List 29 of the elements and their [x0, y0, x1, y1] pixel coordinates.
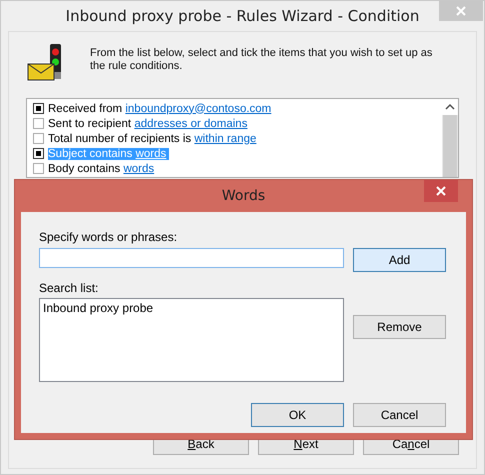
condition-item[interactable]: Body contains words	[48, 162, 158, 174]
cancel-button[interactable]: Cancel	[353, 403, 446, 427]
condition-item[interactable]: Total number of recipients is within range	[48, 132, 260, 144]
condition-link[interactable]: within range	[194, 132, 256, 144]
condition-link[interactable]: addresses or domains	[134, 118, 248, 130]
instruction-text: From the list below, select and tick the items that you wish to set up as the rule conditions.	[90, 47, 434, 73]
checkbox[interactable]	[33, 133, 44, 144]
input-label: Specify words or phrases:	[39, 230, 178, 244]
checkbox[interactable]	[33, 148, 44, 159]
scroll-up-icon[interactable]	[442, 99, 458, 115]
window-title: Inbound proxy probe - Rules Wizard - Condition	[66, 7, 420, 25]
close-icon	[436, 186, 446, 196]
search-list-item[interactable]: Inbound proxy probe	[43, 301, 340, 315]
remove-button[interactable]: Remove	[353, 315, 446, 339]
dialog-title: Words	[222, 188, 266, 204]
checkbox[interactable]	[33, 163, 44, 174]
condition-link[interactable]: inboundproxy@contoso.com	[125, 102, 272, 114]
words-input-field[interactable]	[39, 248, 344, 268]
checkbox[interactable]	[33, 118, 44, 129]
close-icon	[456, 6, 466, 16]
add-button[interactable]: Add	[353, 248, 446, 272]
condition-item[interactable]: Received from inboundproxy@contoso.com	[48, 102, 274, 114]
list-label: Search list:	[39, 281, 100, 295]
scrollbar[interactable]	[442, 99, 458, 177]
close-button[interactable]	[424, 180, 458, 202]
condition-link[interactable]: words	[123, 162, 154, 174]
checkbox[interactable]	[33, 103, 44, 114]
ok-button[interactable]: OK	[251, 403, 344, 427]
condition-item[interactable]: Sent to recipient addresses or domains	[48, 118, 250, 130]
